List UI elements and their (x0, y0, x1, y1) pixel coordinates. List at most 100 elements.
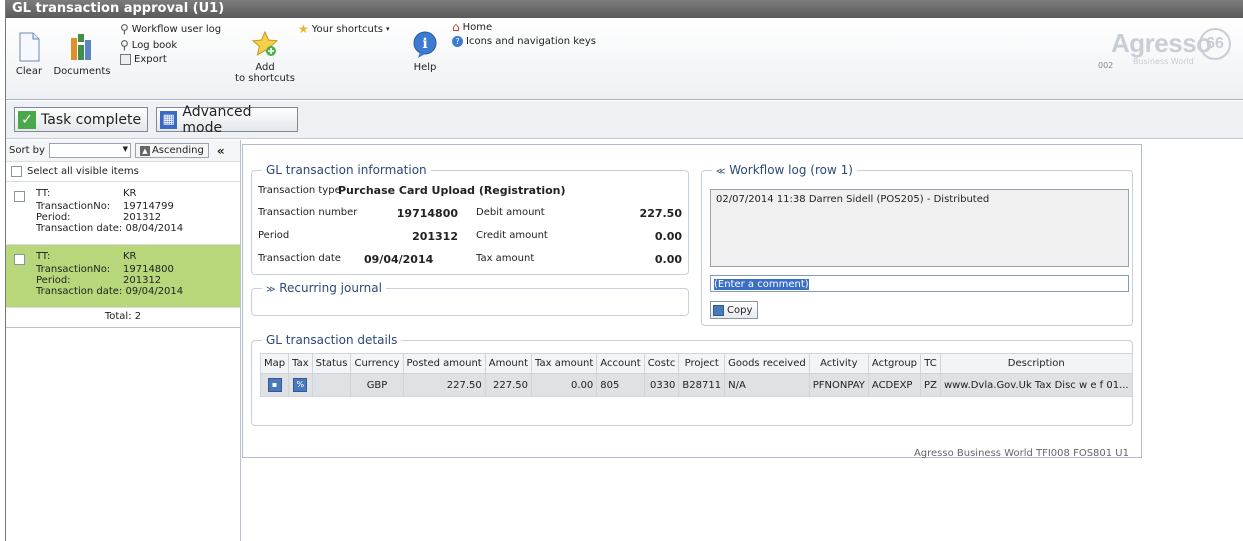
transno-label: TransactionNo: (36, 264, 111, 275)
col-map[interactable]: Map (259, 353, 290, 374)
credit-amount-value: 0.00 (654, 230, 682, 243)
table-header-row: Map Tax Status Currency Posted amount Am… (259, 353, 1133, 374)
icons-navigation-keys-link[interactable]: ? Icons and navigation keys (452, 36, 596, 47)
select-all-row[interactable]: Select all visible items (6, 162, 240, 182)
col-goods-received[interactable]: Goods received (724, 353, 810, 374)
col-tc[interactable]: TC (920, 353, 941, 374)
workflow-user-log-button[interactable]: ⚲ Workflow user log (120, 22, 221, 36)
transno-value: 19714799 (123, 201, 174, 212)
period-value: 201312 (123, 212, 162, 223)
ascending-label: Ascending (151, 145, 204, 156)
period-value: 201312 (412, 230, 458, 243)
table-row[interactable]: ▪ % GBP 227.50 227.50 0.00 805 0330 B287… (259, 373, 1133, 397)
recurring-journal-header[interactable]: ≫ Recurring journal (262, 281, 386, 295)
transaction-type-label: Transaction type (258, 185, 341, 196)
clear-label: Clear (15, 66, 43, 77)
search-icon: ⚲ (120, 38, 129, 52)
item-checkbox[interactable] (14, 254, 25, 265)
period-label: Period: (36, 275, 71, 286)
copy-label: Copy (727, 304, 753, 316)
export-button[interactable]: Export (120, 54, 167, 65)
item-checkbox[interactable] (14, 191, 25, 202)
comment-placeholder: (Enter a comment) (714, 279, 809, 290)
goods-received-cell: N/A (724, 373, 810, 397)
period-value: 201312 (123, 275, 162, 286)
task-complete-button[interactable]: ✓ Task complete (14, 107, 148, 132)
col-status[interactable]: Status (311, 353, 352, 374)
account-cell: 805 (596, 373, 645, 397)
date-row: Transaction date: 09/04/2014 (36, 286, 183, 297)
list-item[interactable]: TT: KR TransactionNo: 19714799 Period: 2013… (6, 182, 240, 245)
logo-code: 002 (1098, 61, 1114, 70)
col-costc[interactable]: Costc (643, 353, 680, 374)
add-label-line1: Add (255, 62, 275, 73)
tax-amount-value: 0.00 (654, 253, 682, 266)
documents-button[interactable]: Documents (52, 32, 112, 77)
date-value: 08/04/2014 (125, 223, 184, 234)
your-shortcuts-label: Your shortcuts (311, 23, 383, 35)
log-book-button[interactable]: ⚲ Log book (120, 38, 177, 52)
col-project[interactable]: Project (678, 353, 726, 374)
add-to-shortcuts-button[interactable]: Add to shortcuts (234, 30, 296, 84)
credit-amount-label: Credit amount (476, 230, 548, 241)
col-posted-amount[interactable]: Posted amount (402, 353, 486, 374)
col-tax-amount[interactable]: Tax amount (531, 353, 598, 374)
currency-cell: GBP (350, 373, 404, 397)
col-amount[interactable]: Amount (484, 353, 533, 374)
collapse-pane-icon[interactable]: « (217, 144, 225, 158)
workflow-log-textarea[interactable]: 02/07/2014 11:38 Darren Sidell (POS205) … (710, 189, 1129, 267)
transno-row: TransactionNo: 19714799 (36, 201, 174, 212)
ascending-button[interactable]: ▲ Ascending (134, 143, 209, 158)
tt-value: KR (123, 188, 137, 199)
copy-button[interactable]: Copy (710, 301, 758, 319)
collapse-icon: ≪ (716, 167, 726, 177)
gl-details-title: GL transaction details (262, 333, 402, 347)
export-label: Export (134, 54, 167, 65)
percent-icon[interactable]: % (293, 378, 308, 392)
sort-by-select[interactable] (48, 143, 131, 158)
actgroup-cell: ACDEXP (867, 373, 922, 397)
help-button[interactable]: i Help (410, 30, 440, 73)
gl-details-table: Map Tax Status Currency Posted amount Am… (259, 353, 1133, 397)
debit-amount-label: Debit amount (476, 207, 545, 218)
list-item-selected[interactable]: TT: KR TransactionNo: 19714800 Period: 2013… (6, 245, 240, 308)
documents-icon (71, 34, 91, 60)
recurring-journal-title: Recurring journal (279, 281, 382, 295)
star-add-icon (251, 30, 279, 56)
home-link[interactable]: ⌂ Home (452, 20, 492, 34)
main-content: GL transaction information Transaction t… (242, 140, 1243, 541)
col-activity[interactable]: Activity (808, 353, 869, 374)
tax-cell[interactable]: % (288, 373, 313, 397)
task-list-pane: Sort by ▲ Ascending « Select all visible… (6, 140, 241, 541)
transaction-date-value: 09/04/2014 (364, 253, 434, 266)
workflow-user-log-label: Workflow user log (131, 23, 222, 35)
documents-label: Documents (53, 66, 111, 77)
advanced-mode-button[interactable]: ▦ Advanced mode (156, 104, 298, 136)
copy-icon (713, 304, 724, 316)
col-description[interactable]: Description (939, 353, 1133, 374)
gl-transaction-details-group: GL transaction details Map Tax Status Cu… (251, 333, 1133, 426)
period-label: Period (258, 230, 290, 241)
help-label: Help (413, 62, 437, 73)
transaction-date-label: Transaction date (258, 253, 341, 264)
tax-amount-label: Tax amount (476, 253, 535, 264)
logo-badge: 66 (1199, 28, 1231, 60)
col-actgroup[interactable]: Actgroup (867, 353, 922, 374)
workflow-log-title: Workflow log (row 1) (729, 163, 853, 177)
status-footer: Agresso Business World TFI008 FOS801 U1 (913, 448, 1129, 459)
date-row: Transaction date: 08/04/2014 (36, 223, 183, 234)
comment-input[interactable]: (Enter a comment) (710, 275, 1129, 292)
activity-cell: PFNONPAY (808, 373, 869, 397)
select-all-checkbox[interactable] (11, 166, 22, 177)
select-all-label: Select all visible items (27, 166, 139, 177)
date-label: Transaction date: (36, 223, 123, 234)
col-currency[interactable]: Currency (350, 353, 404, 374)
map-cell[interactable]: ▪ (259, 373, 290, 397)
recurring-journal-group[interactable]: ≫ Recurring journal (251, 281, 689, 316)
workflow-log-header[interactable]: ≪ Workflow log (row 1) (712, 163, 857, 177)
your-shortcuts-dropdown[interactable]: ★ Your shortcuts ▾ (298, 22, 389, 36)
map-icon[interactable]: ▪ (267, 378, 282, 392)
col-tax[interactable]: Tax (288, 353, 313, 374)
col-account[interactable]: Account (596, 353, 645, 374)
clear-button[interactable]: Clear (14, 32, 44, 77)
